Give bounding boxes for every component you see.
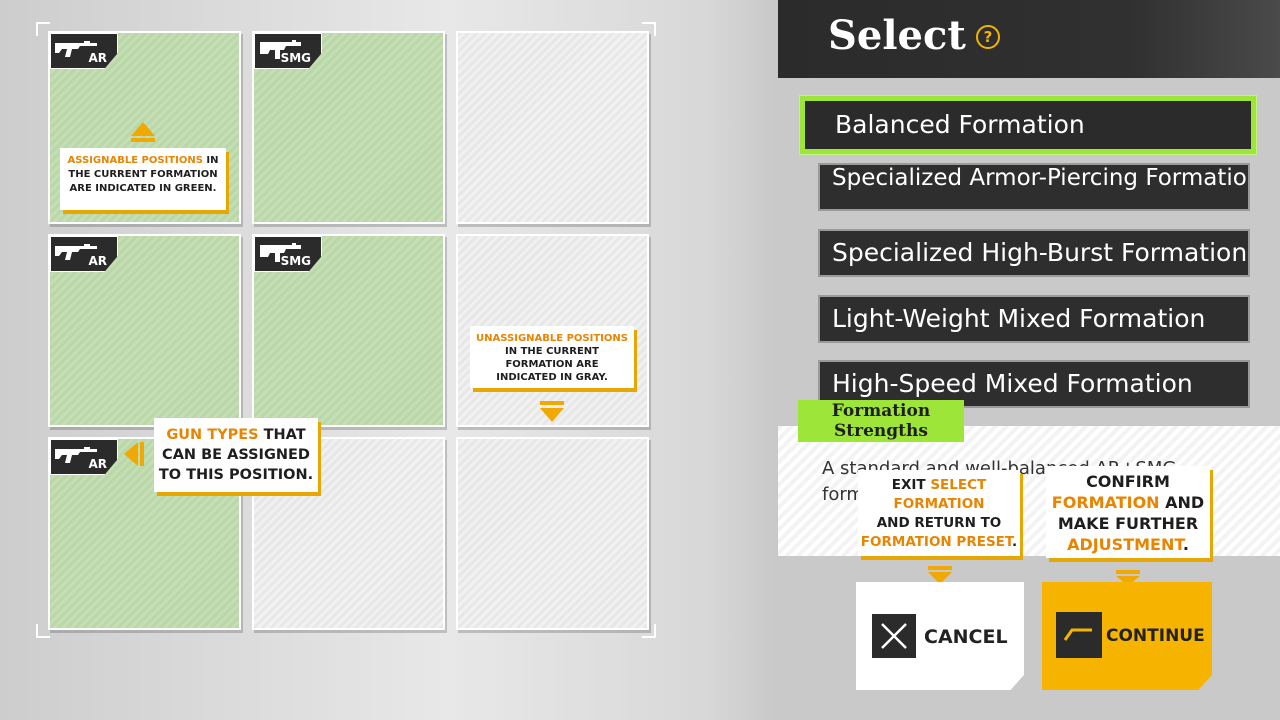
tip-assignable-line1: IN: [202, 155, 219, 166]
formation-cell-5[interactable]: SMG: [252, 234, 445, 427]
tip-confirm-line2: AND: [1159, 493, 1205, 512]
panel-header: Select ?: [778, 0, 1280, 78]
cancel-button-label: CANCEL: [924, 626, 1008, 648]
tip-assignable-highlight: ASSIGNABLE POSITIONS: [67, 155, 203, 166]
tip-exit-line2: FORMATION: [893, 496, 985, 512]
tip-unassignable-line3: FORMATION ARE: [505, 359, 599, 370]
arrow-right-icon: [1056, 612, 1102, 658]
continue-button[interactable]: CONTINUE: [1042, 582, 1212, 690]
tip-gun-types-line3: TO THIS POSITION.: [158, 467, 314, 483]
tip-assignable-line2: THE CURRENT FORMATION: [68, 169, 218, 180]
continue-button-label: CONTINUE: [1106, 626, 1205, 646]
tip-exit-highlight1: SELECT: [930, 477, 987, 493]
gun-type-label: AR: [88, 457, 107, 471]
formation-item-light-weight[interactable]: Light-Weight Mixed Formation: [818, 295, 1250, 343]
pointer-bar: [140, 442, 144, 466]
pointer-bar: [540, 401, 564, 405]
pointer-bar: [1116, 570, 1140, 574]
smg-gun-badge: SMG: [254, 236, 322, 272]
tip-gun-types-line1: THAT: [258, 427, 306, 443]
ar-gun-badge: AR: [50, 236, 118, 272]
tip-exit-line1: EXIT: [891, 477, 931, 493]
x-icon: [872, 614, 916, 658]
page-title: Select: [828, 12, 966, 59]
pointer-down-icon: [540, 408, 564, 422]
formation-item-balanced[interactable]: Balanced Formation: [800, 96, 1256, 154]
gun-type-label: SMG: [280, 254, 311, 268]
formation-cell-2[interactable]: SMG: [252, 31, 445, 224]
tip-gun-types-line2: CAN BE ASSIGNED: [162, 447, 310, 463]
tip-gun-types: GUN TYPES THAT CAN BE ASSIGNED TO THIS P…: [154, 418, 318, 492]
pointer-bar: [131, 138, 155, 142]
gun-type-label: AR: [88, 254, 107, 268]
tip-assignable-line3: ARE INDICATED IN GREEN.: [69, 183, 217, 194]
tip-exit-select-formation: EXIT SELECT FORMATION AND RETURN TO FORM…: [858, 470, 1020, 556]
formation-item-armor-piercing[interactable]: Specialized Armor-Piercing Formation: [818, 163, 1250, 211]
tip-confirm-line1: CONFIRM: [1086, 472, 1170, 491]
ar-gun-badge: AR: [50, 33, 118, 69]
tip-unassignable-line2: IN THE CURRENT: [505, 346, 599, 357]
cancel-button[interactable]: CANCEL: [856, 582, 1024, 690]
tip-confirm-period: .: [1182, 535, 1189, 554]
ar-gun-badge: AR: [50, 439, 118, 475]
tip-exit-highlight2: FORMATION PRESET: [860, 534, 1013, 550]
tip-confirm-highlight2: ADJUSTMENT: [1067, 535, 1183, 554]
formation-strengths-label: Formation Strengths: [798, 400, 964, 442]
pointer-up-icon: [131, 122, 155, 136]
tip-confirm-line3: MAKE FURTHER: [1057, 514, 1199, 533]
tip-confirm-formation: CONFIRM FORMATION AND MAKE FURTHER ADJUS…: [1046, 466, 1210, 558]
pointer-bar: [928, 566, 952, 570]
tip-unassignable-highlight: UNASSIGNABLE POSITIONS: [476, 333, 628, 344]
tip-confirm-highlight1: FORMATION: [1051, 493, 1160, 512]
pointer-left-icon: [124, 442, 138, 466]
question-circle-icon[interactable]: ?: [976, 25, 1000, 49]
tip-unassignable-positions: UNASSIGNABLE POSITIONS IN THE CURRENT FO…: [470, 326, 634, 388]
tip-assignable-positions: ASSIGNABLE POSITIONS IN THE CURRENT FORM…: [60, 148, 226, 210]
tip-exit-period: .: [1012, 534, 1018, 550]
gun-type-label: SMG: [280, 51, 311, 65]
formation-cell-9[interactable]: [456, 437, 649, 630]
tip-unassignable-line4: INDICATED IN GRAY.: [496, 372, 608, 383]
formation-cell-4[interactable]: AR: [48, 234, 241, 427]
tip-gun-types-highlight: GUN TYPES: [166, 427, 259, 443]
tip-exit-line3: AND RETURN TO: [876, 515, 1002, 531]
gun-type-label: AR: [88, 51, 107, 65]
formation-cell-3[interactable]: [456, 31, 649, 224]
formation-item-high-burst[interactable]: Specialized High-Burst Formation: [818, 229, 1250, 277]
smg-gun-badge: SMG: [254, 33, 322, 69]
